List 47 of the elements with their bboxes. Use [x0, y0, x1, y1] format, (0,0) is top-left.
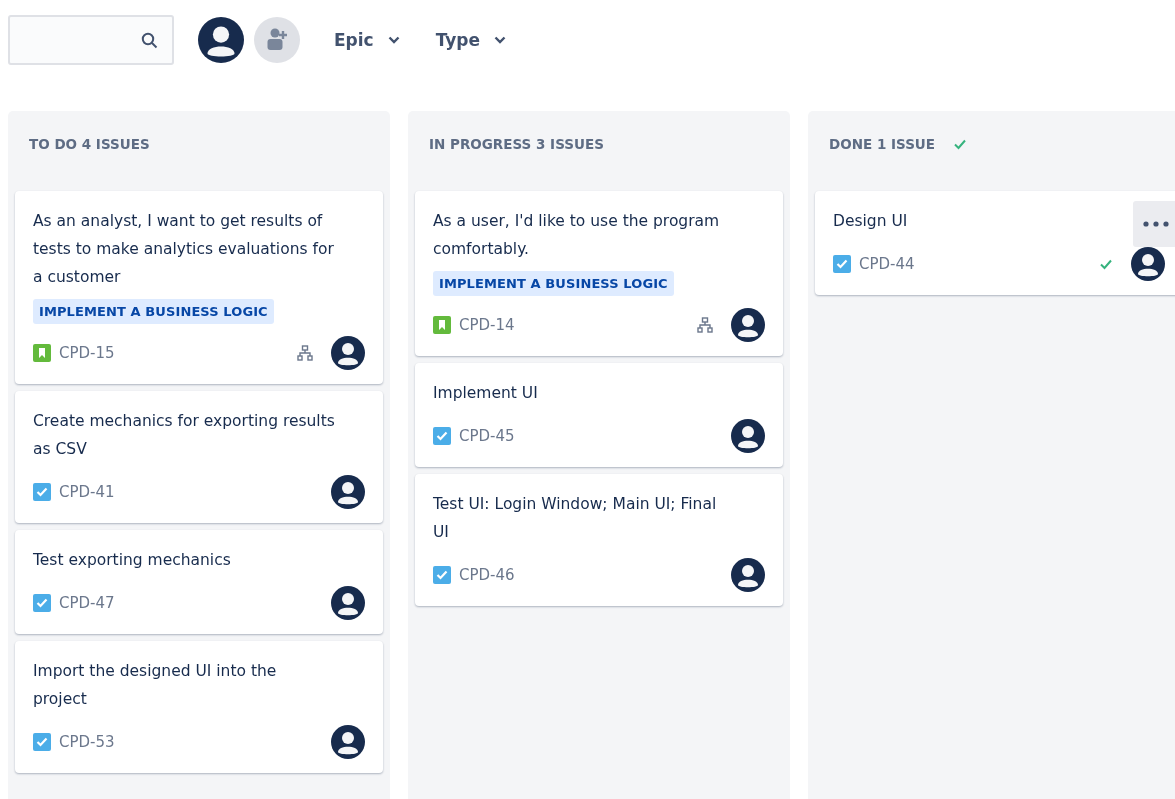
issue-key[interactable]: CPD-15 [59, 344, 289, 362]
avatar-icon[interactable] [731, 419, 765, 453]
chevron-down-icon [387, 36, 400, 44]
issue-summary: Test UI: Login Window; Main UI; Final UI [433, 494, 718, 543]
issue-summary: Create mechanics for exporting results as CSV [33, 411, 335, 460]
issue-summary: Import the designed UI into the project [33, 661, 278, 710]
issue-card[interactable]: As an analyst, I want to get results of tests to make analytics evaluations for a customer IMPLEMENT A BUSINESS LOGIC CPD-15 [15, 191, 383, 384]
add-person-icon[interactable] [254, 17, 300, 63]
avatar-icon[interactable] [331, 725, 365, 759]
issue-key[interactable]: CPD-45 [459, 427, 713, 445]
issue-card[interactable]: As a user, I'd like to use the program comfortably. IMPLEMENT A BUSINESS LOGIC CPD-14 [415, 191, 783, 356]
avatar-icon[interactable] [331, 586, 365, 620]
issue-key[interactable]: CPD-53 [59, 733, 313, 751]
issue-key[interactable]: CPD-41 [59, 483, 313, 501]
issue-summary: As a user, I'd like to use the program comfortably. [433, 211, 721, 260]
chevron-down-icon [494, 36, 507, 44]
filter-dropdown[interactable]: Type [417, 24, 525, 56]
avatar-icon[interactable] [331, 475, 365, 509]
issue-summary: As an analyst, I want to get results of tests to make analytics evaluations for a customer [33, 211, 335, 288]
issue-summary: Test exporting mechanics [33, 550, 231, 571]
filter-dropdown[interactable]: Epic [316, 24, 418, 56]
issue-card[interactable]: Test UI: Login Window; Main UI; Final UI CPD-46 [415, 474, 783, 606]
issue-key[interactable]: CPD-44 [859, 255, 1091, 273]
issue-key[interactable]: CPD-46 [459, 566, 713, 584]
avatar-icon[interactable] [731, 558, 765, 592]
search-icon [141, 31, 158, 49]
avatar-icon[interactable] [1131, 247, 1165, 281]
issue-card[interactable]: Create mechanics for exporting results as CSV CPD-41 [15, 391, 383, 523]
issue-card[interactable]: Import the designed UI into the project CPD-53 [15, 641, 383, 773]
issue-key[interactable]: CPD-14 [459, 316, 689, 334]
more-button[interactable] [1133, 201, 1175, 247]
issue-key[interactable]: CPD-47 [59, 594, 313, 612]
epic-label: IMPLEMENT A BUSINESS LOGIC [433, 271, 674, 296]
issue-card[interactable]: Implement UI CPD-45 [415, 363, 783, 467]
column-title: IN PROGRESS 3 ISSUES [429, 136, 604, 152]
avatar-icon[interactable] [198, 17, 244, 63]
issue-card[interactable]: Design UI CPD-44 [815, 191, 1175, 295]
avatar-icon[interactable] [731, 308, 765, 342]
column-title: DONE 1 ISSUE [829, 136, 936, 152]
more-icon [1143, 221, 1169, 227]
epic-label: IMPLEMENT A BUSINESS LOGIC [33, 299, 274, 324]
avatar-icon[interactable] [331, 336, 365, 370]
issue-card[interactable]: Test exporting mechanics CPD-47 [15, 530, 383, 634]
column-title: TO DO 4 ISSUES [29, 136, 150, 152]
issue-summary: Design UI [833, 211, 908, 232]
search-field[interactable] [8, 15, 174, 65]
issue-summary: Implement UI [433, 383, 538, 404]
